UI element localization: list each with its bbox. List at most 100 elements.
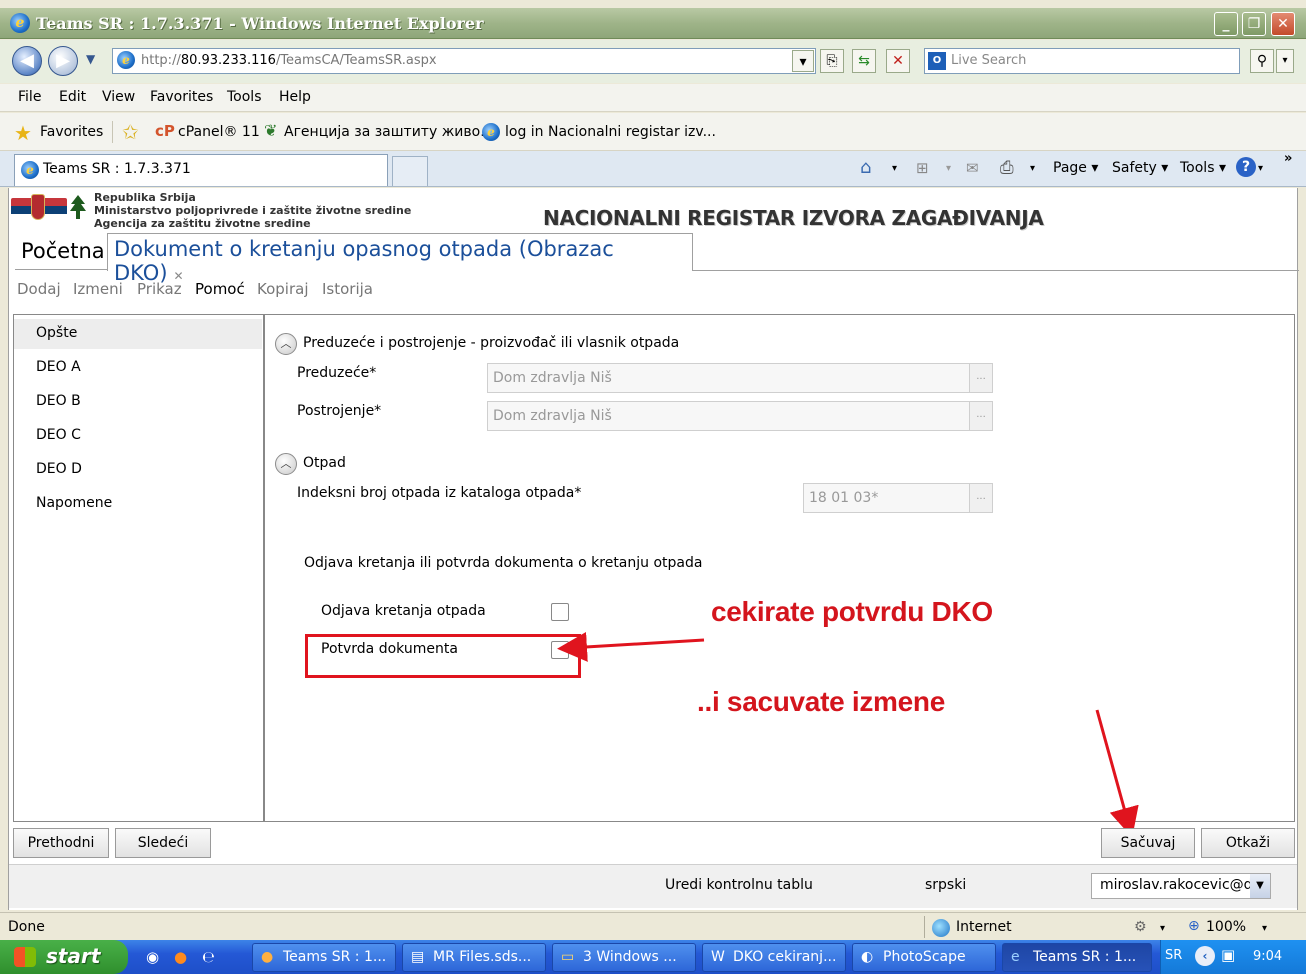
globe-icon: [932, 919, 950, 937]
clock[interactable]: 9:04: [1253, 949, 1282, 964]
print-icon[interactable]: ⎙: [1000, 158, 1014, 178]
search-options-icon[interactable]: ▾: [1276, 49, 1294, 73]
task-photoscape[interactable]: ◐ PhotoScape: [852, 943, 996, 972]
quicklaunch-ie-icon[interactable]: ℮: [202, 948, 215, 966]
history-dropdown-icon[interactable]: ▼: [86, 52, 95, 66]
quicklaunch-firefox-icon[interactable]: ●: [174, 948, 187, 966]
language-link[interactable]: srpski: [925, 877, 966, 893]
browser-tab-row: e Teams SR : 1.7.3.371 ⌂ ▾ ⊞ ▾ ✉ ⎙ ▾ Pag…: [0, 151, 1306, 187]
task-icon: ▤: [411, 949, 425, 965]
security-zone: Internet: [956, 919, 1012, 935]
compatibility-icon[interactable]: ⎘: [820, 49, 844, 73]
menu-help[interactable]: Help: [279, 89, 311, 105]
task-dko-word[interactable]: W DKO cekiranj...: [702, 943, 846, 972]
task-teams-1[interactable]: ● Teams SR : 1...: [252, 943, 396, 972]
fav-divider: [112, 121, 113, 143]
previous-button[interactable]: Prethodni: [13, 828, 109, 858]
task-label: DKO cekiranj...: [733, 949, 837, 965]
mail-icon[interactable]: ✉: [966, 159, 979, 177]
folder-icon: ▭: [561, 949, 575, 965]
back-button[interactable]: ◀: [12, 46, 42, 76]
task-mr-files[interactable]: ▤ MR Files.sds...: [402, 943, 546, 972]
minimize-button[interactable]: _: [1214, 12, 1238, 36]
window-title-bar[interactable]: e Teams SR : 1.7.3.371 - Windows Interne…: [0, 8, 1306, 39]
status-bar: Done Internet ⚙ ▾ ⊕ 100% ▾: [0, 912, 1306, 940]
favorites-bar: ★ Favorites ✩ cP cPanel® 11 ❦ Агенција з…: [0, 113, 1306, 151]
save-button[interactable]: Sačuvaj: [1101, 828, 1195, 858]
zoom-dropdown-icon[interactable]: ▾: [1262, 923, 1267, 934]
arrow-to-checkbox: [557, 631, 705, 662]
windows-flag-icon: [14, 947, 36, 967]
restore-button[interactable]: ❐: [1242, 12, 1266, 36]
task-label: PhotoScape: [883, 949, 966, 965]
task-label: 3 Windows ...: [583, 949, 677, 965]
menu-edit[interactable]: Edit: [59, 89, 86, 105]
new-tab-button[interactable]: [392, 156, 428, 186]
edit-dashboard-link[interactable]: Uredi kontrolnu tablu: [665, 877, 813, 893]
arrow-to-save: [1095, 709, 1139, 838]
user-select[interactable]: miroslav.rakocevic@dom ▼: [1091, 873, 1271, 899]
chevron-more-icon[interactable]: »: [1284, 151, 1292, 166]
quicklaunch-desktop-icon[interactable]: ◉: [146, 948, 159, 966]
tab-ie-icon: e: [21, 161, 39, 179]
help-dropdown-icon[interactable]: ▾: [1258, 163, 1263, 174]
home-dropdown-icon[interactable]: ▾: [892, 163, 897, 174]
address-dropdown-icon[interactable]: ▾: [792, 50, 814, 72]
cancel-button[interactable]: Otkaži: [1201, 828, 1295, 858]
cpanel-icon: cP: [155, 122, 175, 140]
search-placeholder: Live Search: [951, 53, 1027, 68]
search-go-icon[interactable]: ⚲: [1250, 49, 1274, 73]
network-icon[interactable]: ▣: [1221, 946, 1235, 964]
forward-button[interactable]: ▶: [48, 46, 78, 76]
live-search-icon: O: [928, 52, 946, 70]
home-icon[interactable]: ⌂: [860, 157, 871, 178]
zone-dropdown-icon[interactable]: ▾: [1160, 923, 1165, 934]
fav-ie-icon: e: [482, 123, 500, 141]
menu-file[interactable]: File: [18, 89, 41, 105]
menu-tools[interactable]: Tools: [227, 89, 262, 105]
safety-menu[interactable]: Safety ▾: [1112, 160, 1168, 176]
zoom-level[interactable]: 100%: [1206, 919, 1246, 935]
task-icon: ●: [261, 949, 274, 965]
feeds-dropdown-icon[interactable]: ▾: [946, 163, 951, 174]
system-tray: SR ‹ ▣ 9:04: [1160, 940, 1306, 974]
user-dropdown-icon[interactable]: ▼: [1250, 874, 1270, 898]
tools-menu[interactable]: Tools ▾: [1180, 160, 1226, 176]
favorites-star-icon: ★: [14, 121, 32, 145]
refresh-icon[interactable]: ⇆: [852, 49, 876, 73]
fav-link-cpanel[interactable]: cPanel® 11: [178, 124, 260, 140]
next-button[interactable]: Sledeći: [115, 828, 211, 858]
task-label: Teams SR : 1...: [283, 949, 387, 965]
window-title: Teams SR : 1.7.3.371 - Windows Internet …: [36, 14, 484, 33]
protected-mode-icon[interactable]: ⚙: [1134, 919, 1147, 935]
tools-menu-label: Tools: [1180, 160, 1215, 176]
task-label: MR Files.sds...: [433, 949, 532, 965]
safety-menu-label: Safety: [1112, 160, 1157, 176]
feeds-icon[interactable]: ⊞: [916, 159, 929, 177]
close-window-button[interactable]: ✕: [1271, 12, 1295, 36]
start-button[interactable]: start: [0, 940, 128, 974]
fav-link-register[interactable]: log in Nacionalni registar izv...: [505, 124, 716, 140]
url-prefix: http://: [141, 53, 181, 68]
add-favorite-icon[interactable]: ✩: [122, 120, 139, 144]
print-dropdown-icon[interactable]: ▾: [1030, 163, 1035, 174]
address-input[interactable]: e http://80.93.233.116/TeamsCA/TeamsSR.a…: [112, 48, 816, 74]
help-icon[interactable]: ?: [1236, 157, 1256, 177]
browser-tab-title: Teams SR : 1.7.3.371: [43, 161, 191, 177]
web-page: Republika Srbija Ministarstvo poljoprivr…: [8, 188, 1299, 910]
url-host: 80.93.233.116: [180, 53, 276, 68]
menu-favorites[interactable]: Favorites: [150, 89, 213, 105]
task-windows-group[interactable]: ▭ 3 Windows ...: [552, 943, 696, 972]
url-path: /TeamsCA/TeamsSR.aspx: [275, 53, 437, 68]
task-teams-2[interactable]: e Teams SR : 1...: [1002, 943, 1152, 972]
search-input[interactable]: O Live Search: [924, 48, 1240, 74]
stop-icon[interactable]: ✕: [886, 49, 910, 73]
language-indicator[interactable]: SR: [1165, 948, 1182, 963]
favorites-button[interactable]: Favorites: [40, 124, 103, 140]
fav-link-agency[interactable]: Агенција за заштиту живо...: [284, 124, 494, 140]
ie-logo-icon: e: [10, 13, 30, 33]
tray-expand-icon[interactable]: ‹: [1195, 946, 1215, 966]
browser-tab-teams[interactable]: e Teams SR : 1.7.3.371: [14, 154, 388, 186]
page-menu[interactable]: Page ▾: [1053, 160, 1098, 176]
menu-view[interactable]: View: [102, 89, 135, 105]
